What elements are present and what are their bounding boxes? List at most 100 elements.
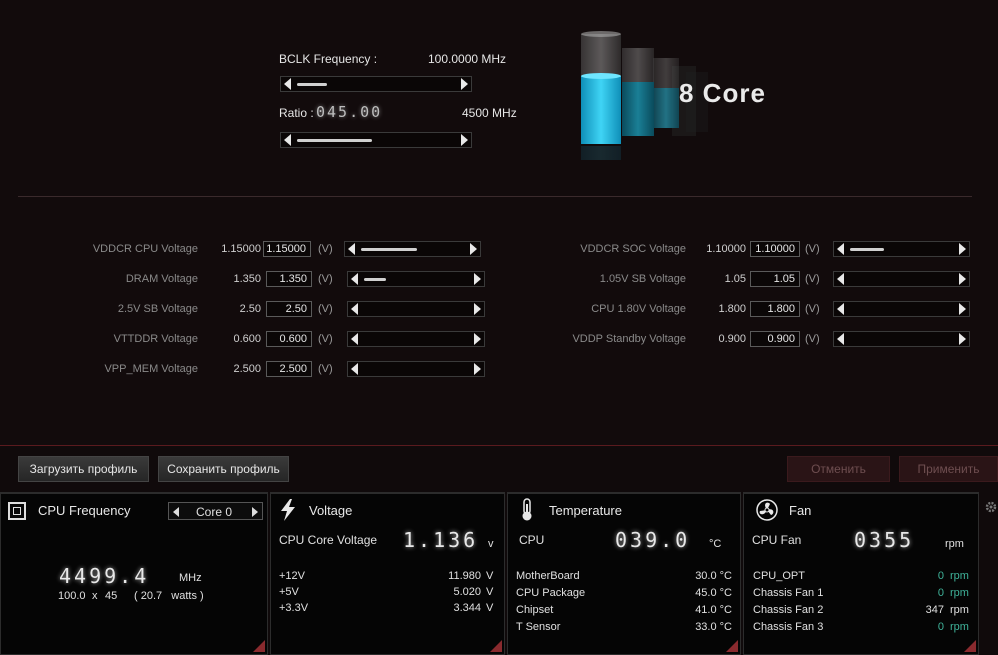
slider-right-arrow-icon[interactable] xyxy=(959,303,966,315)
voltage-label: VDDCR SOC Voltage xyxy=(580,243,686,255)
voltage-reading-unit: V xyxy=(486,586,494,598)
slider-right-arrow-icon[interactable] xyxy=(474,333,481,345)
panel-corner-marker[interactable] xyxy=(964,640,976,652)
cpu-temp-unit: °C xyxy=(709,538,722,550)
slider-right-arrow-icon[interactable] xyxy=(461,134,468,146)
slider-left-arrow-icon[interactable] xyxy=(837,333,844,345)
fan-reading-value: 347 xyxy=(925,604,944,616)
slider-right-arrow-icon[interactable] xyxy=(461,78,468,90)
fan-reading-label: CPU_OPT xyxy=(753,570,805,582)
cpu-fan-unit: rpm xyxy=(945,538,964,550)
voltage-current-value: 0.900 xyxy=(718,333,746,345)
voltage-current-value: 1.15000 xyxy=(221,243,261,255)
slider-right-arrow-icon[interactable] xyxy=(474,273,481,285)
cpu-chip-icon xyxy=(8,502,26,520)
temperature-panel: Temperature CPU 039.0 °C MotherBoard 30.0… xyxy=(507,492,741,655)
temp-reading-value: 30.0 °C xyxy=(695,570,732,582)
voltage-input[interactable]: 1.05 xyxy=(750,271,800,287)
load-profile-button[interactable]: Загрузить профиль xyxy=(18,456,149,482)
cpu-temp-label: CPU xyxy=(519,533,545,547)
slider-right-arrow-icon[interactable] xyxy=(474,303,481,315)
voltage-label: 2.5V SB Voltage xyxy=(117,303,198,315)
slider-fill xyxy=(297,139,372,142)
slider-fill xyxy=(361,248,417,251)
temp-reading-value: 41.0 °C xyxy=(695,604,732,616)
slider-left-arrow-icon[interactable] xyxy=(284,134,291,146)
voltage-slider[interactable] xyxy=(347,271,485,287)
voltage-label: VPP_MEM Voltage xyxy=(104,363,198,375)
slider-left-arrow-icon[interactable] xyxy=(837,243,844,255)
voltage-slider[interactable] xyxy=(347,361,485,377)
voltage-reading-label: +12V xyxy=(279,570,305,582)
slider-left-arrow-icon[interactable] xyxy=(351,363,358,375)
voltage-slider[interactable] xyxy=(833,301,970,317)
fan-reading-label: Chassis Fan 2 xyxy=(753,604,824,616)
voltage-reading-value: 5.020 xyxy=(453,586,481,598)
chevron-left-icon[interactable] xyxy=(173,507,179,517)
slider-right-arrow-icon[interactable] xyxy=(959,273,966,285)
slider-right-arrow-icon[interactable] xyxy=(470,243,477,255)
voltage-slider[interactable] xyxy=(347,301,485,317)
watts-readout: ( 20.7 watts ) xyxy=(134,590,204,602)
voltage-unit: (V) xyxy=(805,273,820,285)
voltage-label: VDDP Standby Voltage xyxy=(572,333,686,345)
cpu-fan-value: 0355 xyxy=(854,528,915,552)
cpu-frequency-value: 4499.4 xyxy=(59,564,150,588)
fan-reading-unit: rpm xyxy=(950,604,969,616)
voltage-input[interactable]: 0.900 xyxy=(750,331,800,347)
gear-icon[interactable] xyxy=(984,500,998,514)
save-profile-button[interactable]: Сохранить профиль xyxy=(158,456,289,482)
slider-left-arrow-icon[interactable] xyxy=(284,78,291,90)
slider-right-arrow-icon[interactable] xyxy=(959,333,966,345)
cancel-button[interactable]: Отменить xyxy=(787,456,890,482)
core-count-label: 8 Core xyxy=(679,78,766,108)
voltage-slider[interactable] xyxy=(833,271,970,287)
panel-title: Temperature xyxy=(549,503,622,518)
voltage-input[interactable]: 2.500 xyxy=(266,361,312,377)
apply-button[interactable]: Применить xyxy=(899,456,998,482)
slider-fill xyxy=(297,83,327,86)
voltage-current-value: 2.500 xyxy=(233,363,261,375)
core-select[interactable]: Core 0 xyxy=(168,502,263,520)
slider-left-arrow-icon[interactable] xyxy=(348,243,355,255)
voltage-input[interactable]: 1.800 xyxy=(750,301,800,317)
voltage-input[interactable]: 1.350 xyxy=(266,271,312,287)
fan-reading-value: 0 xyxy=(937,621,944,633)
voltage-panel: Voltage CPU Core Voltage 1.136 v +12V 11.… xyxy=(270,492,505,655)
slider-left-arrow-icon[interactable] xyxy=(351,333,358,345)
voltage-reading-label: +3.3V xyxy=(279,602,309,614)
voltage-input[interactable]: 2.50 xyxy=(266,301,312,317)
cpu-frequency-unit: MHz xyxy=(179,572,202,584)
voltage-slider[interactable] xyxy=(344,241,481,257)
voltage-label: CPU 1.80V Voltage xyxy=(591,303,686,315)
fan-reading-unit: rpm xyxy=(950,587,969,599)
voltage-current-value: 1.10000 xyxy=(706,243,746,255)
ratio-slider[interactable] xyxy=(280,132,472,148)
voltage-current-value: 0.600 xyxy=(233,333,261,345)
chevron-right-icon[interactable] xyxy=(252,507,258,517)
slider-left-arrow-icon[interactable] xyxy=(351,273,358,285)
slider-right-arrow-icon[interactable] xyxy=(474,363,481,375)
slider-left-arrow-icon[interactable] xyxy=(837,303,844,315)
voltage-reading-unit: V xyxy=(486,570,494,582)
voltage-input[interactable]: 1.15000 xyxy=(263,241,311,257)
fan-reading-unit: rpm xyxy=(950,621,969,633)
voltage-input[interactable]: 0.600 xyxy=(266,331,312,347)
voltage-reading-value: 3.344 xyxy=(453,602,481,614)
panel-corner-marker[interactable] xyxy=(253,640,265,652)
temp-reading-label: Chipset xyxy=(516,604,554,616)
bclk-slider[interactable] xyxy=(280,76,472,92)
voltage-input[interactable]: 1.10000 xyxy=(750,241,800,257)
voltage-unit: (V) xyxy=(805,303,820,315)
voltage-slider[interactable] xyxy=(347,331,485,347)
cpu-frequency-panel: CPU Frequency Core 0 4499.4 MHz 100.0 x … xyxy=(0,492,268,655)
slider-right-arrow-icon[interactable] xyxy=(959,243,966,255)
slider-left-arrow-icon[interactable] xyxy=(351,303,358,315)
slider-left-arrow-icon[interactable] xyxy=(837,273,844,285)
voltage-slider[interactable] xyxy=(833,241,970,257)
voltage-unit: (V) xyxy=(318,303,333,315)
panel-corner-marker[interactable] xyxy=(490,640,502,652)
section-divider xyxy=(18,196,972,197)
panel-corner-marker[interactable] xyxy=(726,640,738,652)
voltage-slider[interactable] xyxy=(833,331,970,347)
